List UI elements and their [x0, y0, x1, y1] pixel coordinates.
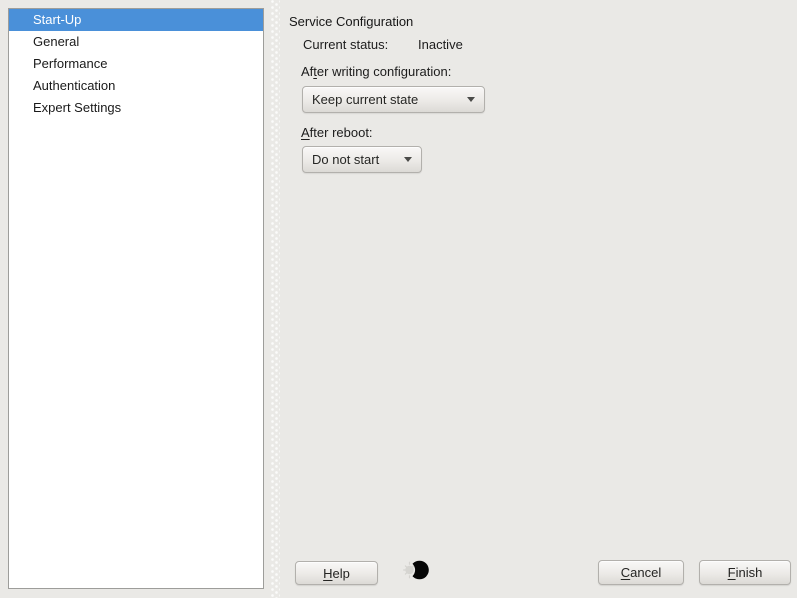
- sidebar-item-start-up[interactable]: Start-Up: [9, 9, 263, 31]
- current-status-value: Inactive: [418, 37, 463, 52]
- page-title: Service Configuration: [289, 14, 413, 29]
- current-status-label: Current status:: [303, 37, 388, 52]
- cancel-button[interactable]: Cancel: [598, 560, 684, 585]
- finish-button[interactable]: Finish: [699, 560, 791, 585]
- after-reboot-select[interactable]: Do not start: [302, 146, 422, 173]
- label-mnemonic: F: [728, 565, 736, 580]
- sidebar-item-authentication[interactable]: Authentication: [9, 75, 263, 97]
- help-button[interactable]: Help: [295, 561, 378, 585]
- after-writing-configuration-label: After writing configuration:: [301, 64, 451, 79]
- dropdown-arrow-icon: [404, 157, 412, 162]
- after-writing-configuration-select[interactable]: Keep current state: [302, 86, 485, 113]
- sun-moon-icon[interactable]: [403, 559, 429, 581]
- label-part: elp: [333, 566, 350, 581]
- label-mnemonic: A: [301, 125, 310, 140]
- label-mnemonic: H: [323, 566, 332, 581]
- selected-option: Keep current state: [312, 92, 459, 107]
- sidebar-item-general[interactable]: General: [9, 31, 263, 53]
- label-mnemonic: C: [621, 565, 630, 580]
- module-list: Start-Up General Performance Authenticat…: [8, 8, 264, 589]
- button-label: Finish: [728, 565, 763, 580]
- sidebar-item-performance[interactable]: Performance: [9, 53, 263, 75]
- button-label: Cancel: [621, 565, 661, 580]
- selected-option: Do not start: [312, 152, 396, 167]
- dropdown-arrow-icon: [467, 97, 475, 102]
- label-part: inish: [736, 565, 763, 580]
- label-part: fter reboot:: [310, 125, 373, 140]
- label-part: ancel: [630, 565, 661, 580]
- button-label: Help: [323, 566, 350, 581]
- service-configuration-window: Start-Up General Performance Authenticat…: [0, 0, 797, 598]
- sidebar-item-expert-settings[interactable]: Expert Settings: [9, 97, 263, 119]
- pane-separator: [271, 0, 280, 598]
- label-part: Af: [301, 64, 313, 79]
- label-part: er writing configuration:: [317, 64, 451, 79]
- after-reboot-label: After reboot:: [301, 125, 373, 140]
